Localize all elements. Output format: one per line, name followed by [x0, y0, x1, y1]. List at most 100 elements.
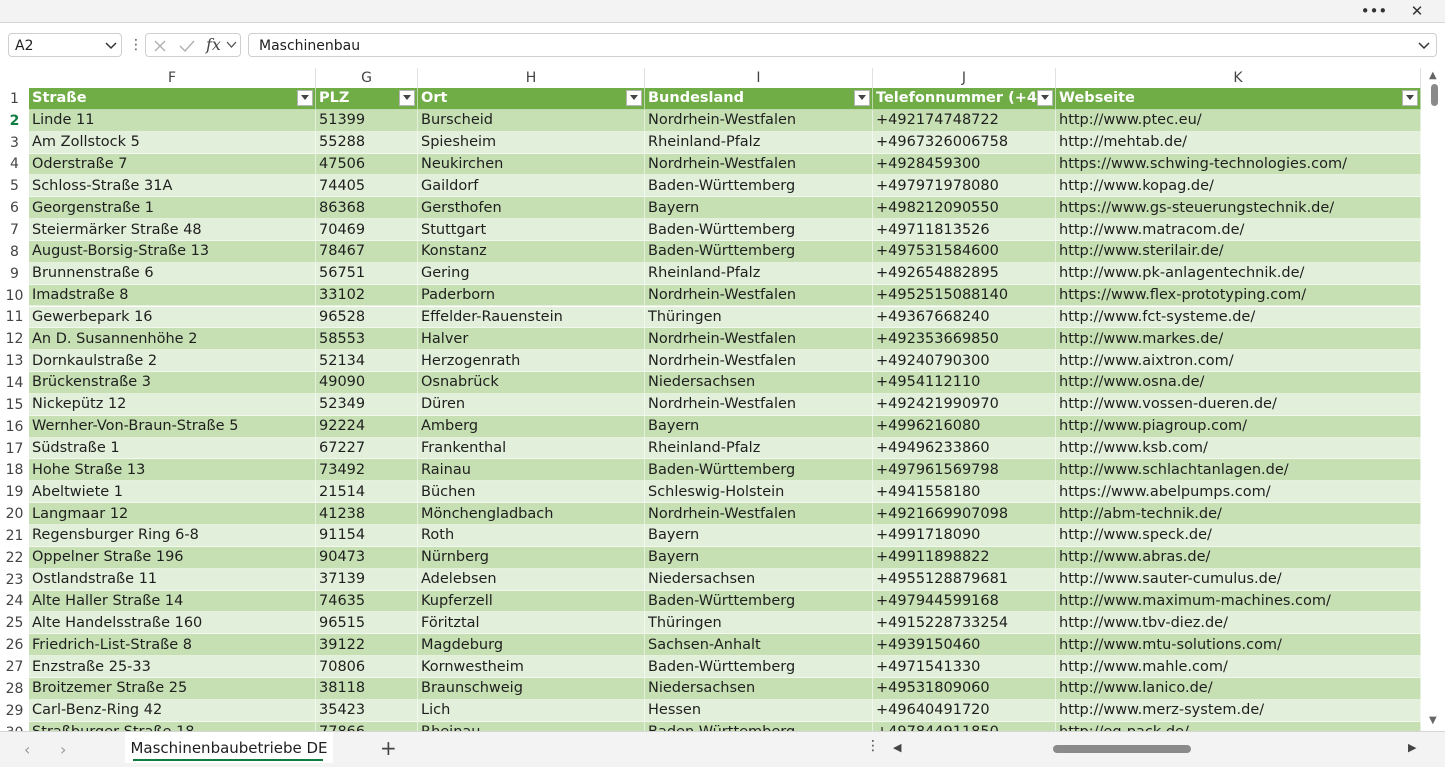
table-cell[interactable]: Halver [418, 328, 645, 351]
table-cell[interactable]: Niedersachsen [645, 372, 873, 394]
table-cell[interactable]: 92224 [316, 415, 418, 438]
table-cell[interactable]: Alte Handelsstraße 160 [29, 612, 316, 635]
table-cell[interactable]: Bayern [645, 525, 873, 547]
table-cell[interactable]: +497944599168 [873, 590, 1056, 613]
table-cell[interactable]: http://www.mahle.com/ [1056, 656, 1421, 678]
table-cell[interactable]: Nordrhein-Westfalen [645, 328, 873, 351]
table-cell[interactable]: 38118 [316, 677, 418, 700]
row-number[interactable]: 16 [0, 415, 29, 438]
table-cell[interactable]: http://www.aixtron.com/ [1056, 350, 1421, 373]
table-cell[interactable]: +497844911850 [873, 721, 1056, 731]
table-cell[interactable]: 41238 [316, 503, 418, 525]
table-cell[interactable]: +49240790300 [873, 350, 1056, 373]
table-header-cell[interactable]: Webseite [1056, 88, 1421, 110]
table-cell[interactable]: Broitzemer Straße 25 [29, 677, 316, 700]
row-number[interactable]: 25 [0, 612, 29, 635]
row-number[interactable]: 26 [0, 634, 29, 657]
table-cell[interactable]: Rainau [418, 459, 645, 482]
table-cell[interactable]: Straßburger Straße 18 [29, 721, 316, 731]
table-cell[interactable]: Nordrhein-Westfalen [645, 109, 873, 132]
table-cell[interactable]: Lich [418, 699, 645, 722]
table-cell[interactable]: 21514 [316, 481, 418, 504]
add-sheet-icon[interactable]: + [380, 736, 397, 760]
table-cell[interactable]: Regensburger Ring 6-8 [29, 525, 316, 547]
row-number[interactable]: 21 [0, 525, 29, 547]
formula-input[interactable]: Maschinenbau [248, 33, 1437, 57]
table-cell[interactable]: http://www.merz-system.de/ [1056, 699, 1421, 722]
filter-dropdown-icon[interactable] [1037, 90, 1053, 106]
table-cell[interactable]: Roth [418, 525, 645, 547]
table-cell[interactable]: Georgenstraße 1 [29, 197, 316, 220]
table-cell[interactable]: Thüringen [645, 306, 873, 329]
table-cell[interactable]: 51399 [316, 109, 418, 132]
table-cell[interactable]: +49367668240 [873, 306, 1056, 329]
table-cell[interactable]: Föritztal [418, 612, 645, 635]
table-cell[interactable]: Oppelner Straße 196 [29, 546, 316, 569]
table-cell[interactable]: 39122 [316, 634, 418, 657]
table-cell[interactable]: Düren [418, 393, 645, 416]
table-cell[interactable]: Gaildorf [418, 175, 645, 198]
cancel-icon[interactable] [152, 38, 168, 54]
table-cell[interactable]: 70469 [316, 219, 418, 241]
table-cell[interactable]: Oderstraße 7 [29, 153, 316, 176]
table-cell[interactable]: Gewerbepark 16 [29, 306, 316, 329]
table-cell[interactable]: Steiermärker Straße 48 [29, 219, 316, 241]
table-cell[interactable]: +49531809060 [873, 677, 1056, 700]
table-cell[interactable]: Schloss-Straße 31A [29, 175, 316, 198]
table-cell[interactable]: http://www.piagroup.com/ [1056, 415, 1421, 438]
table-cell[interactable]: Abeltwiete 1 [29, 481, 316, 504]
row-number[interactable]: 19 [0, 481, 29, 504]
table-cell[interactable]: +492174748722 [873, 109, 1056, 132]
table-cell[interactable]: Nickepütz 12 [29, 393, 316, 416]
table-cell[interactable]: 96528 [316, 306, 418, 329]
table-cell[interactable]: +4941558180 [873, 481, 1056, 504]
row-number[interactable]: 9 [0, 262, 29, 285]
scroll-right-icon[interactable]: ▶ [1408, 741, 1416, 754]
table-cell[interactable]: http://www.kopag.de/ [1056, 175, 1421, 198]
horizontal-scrollbar[interactable]: ◀ ▶ [893, 741, 1423, 757]
table-cell[interactable]: http://www.ptec.eu/ [1056, 109, 1421, 132]
row-number[interactable]: 12 [0, 328, 29, 351]
table-cell[interactable]: Baden-Württemberg [645, 721, 873, 731]
table-cell[interactable]: Hohe Straße 13 [29, 459, 316, 482]
table-cell[interactable]: Burscheid [418, 109, 645, 132]
scrollbar-splitter-icon[interactable]: ⋮ [866, 738, 880, 754]
table-cell[interactable]: +4967326006758 [873, 131, 1056, 154]
table-cell[interactable]: 56751 [316, 262, 418, 285]
table-cell[interactable]: Brunnenstraße 6 [29, 262, 316, 285]
table-cell[interactable]: 55288 [316, 131, 418, 154]
table-cell[interactable]: Am Zollstock 5 [29, 131, 316, 154]
table-cell[interactable]: Imadstraße 8 [29, 284, 316, 307]
row-number[interactable]: 2 [0, 109, 29, 132]
table-cell[interactable]: +497971978080 [873, 175, 1056, 198]
row-number[interactable]: 8 [0, 240, 29, 263]
table-cell[interactable]: Dornkaulstraße 2 [29, 350, 316, 373]
table-cell[interactable]: +4971541330 [873, 656, 1056, 678]
table-cell[interactable]: Bayern [645, 197, 873, 220]
table-header-cell[interactable]: Bundesland [645, 88, 873, 110]
table-cell[interactable]: 49090 [316, 372, 418, 394]
table-cell[interactable]: +498212090550 [873, 197, 1056, 220]
horizontal-scroll-thumb[interactable] [1053, 745, 1191, 753]
table-cell[interactable]: 52349 [316, 393, 418, 416]
scroll-up-icon[interactable]: ▲ [1429, 70, 1437, 81]
table-cell[interactable]: 52134 [316, 350, 418, 373]
table-cell[interactable]: Nordrhein-Westfalen [645, 284, 873, 307]
table-cell[interactable]: +49640491720 [873, 699, 1056, 722]
table-cell[interactable]: http://www.vossen-dueren.de/ [1056, 393, 1421, 416]
close-button[interactable]: ✕ [1402, 0, 1432, 22]
table-cell[interactable]: http://www.matracom.de/ [1056, 219, 1421, 241]
vertical-scrollbar[interactable]: ▲ ▼ [1424, 68, 1445, 731]
table-cell[interactable]: 67227 [316, 437, 418, 460]
table-cell[interactable]: Bayern [645, 415, 873, 438]
table-cell[interactable]: +497531584600 [873, 240, 1056, 263]
table-cell[interactable]: Rheinland-Pfalz [645, 131, 873, 154]
column-header-g[interactable]: G [316, 68, 418, 88]
row-number[interactable]: 30 [0, 721, 29, 731]
table-cell[interactable]: http://mehtab.de/ [1056, 131, 1421, 154]
table-cell[interactable]: Büchen [418, 481, 645, 504]
table-cell[interactable]: Carl-Benz-Ring 42 [29, 699, 316, 722]
table-cell[interactable]: http://www.schlachtanlagen.de/ [1056, 459, 1421, 482]
filter-dropdown-icon[interactable] [854, 90, 870, 106]
table-cell[interactable]: 35423 [316, 699, 418, 722]
